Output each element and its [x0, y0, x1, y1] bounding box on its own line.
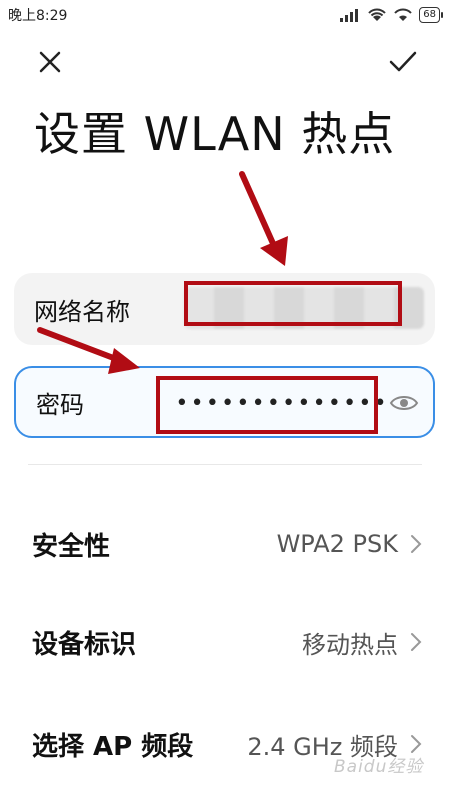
- status-time: 晚上8:29: [8, 8, 68, 24]
- annotation-box-password: [156, 376, 378, 434]
- close-button[interactable]: [34, 46, 66, 78]
- ap-band-label: 选择 AP 频段: [32, 731, 194, 762]
- close-icon: [39, 51, 61, 73]
- chevron-right-icon: [411, 735, 422, 753]
- eye-icon[interactable]: [389, 390, 419, 416]
- watermark: Baidu经验: [334, 757, 424, 777]
- chevron-right-icon: [411, 535, 422, 553]
- page-title: 设置 WLAN 热点: [34, 107, 396, 161]
- annotation-box-network-name: [184, 281, 402, 326]
- password-label: 密码: [36, 390, 84, 419]
- security-value: WPA2 PSK: [276, 530, 398, 558]
- battery-indicator: 68: [419, 7, 443, 23]
- wifi-hotspot-icon: [394, 8, 412, 21]
- device-id-label: 设备标识: [32, 629, 137, 660]
- status-bar: 晚上8:29 68: [0, 0, 450, 30]
- security-label: 安全性: [32, 531, 111, 562]
- status-icons: 68: [339, 7, 443, 23]
- checkmark-icon: [389, 51, 417, 72]
- security-row[interactable]: 安全性 WPA2 PSK: [0, 514, 450, 574]
- device-id-row[interactable]: 设备标识 移动热点: [0, 612, 450, 672]
- network-name-label: 网络名称: [34, 297, 130, 326]
- signal-icon: [340, 9, 359, 22]
- device-id-value: 移动热点: [302, 630, 398, 659]
- annotation-arrow-down: [239, 171, 288, 266]
- divider: [28, 464, 422, 465]
- wifi-icon: [368, 8, 386, 21]
- chevron-right-icon: [411, 633, 422, 651]
- confirm-button[interactable]: [386, 46, 420, 78]
